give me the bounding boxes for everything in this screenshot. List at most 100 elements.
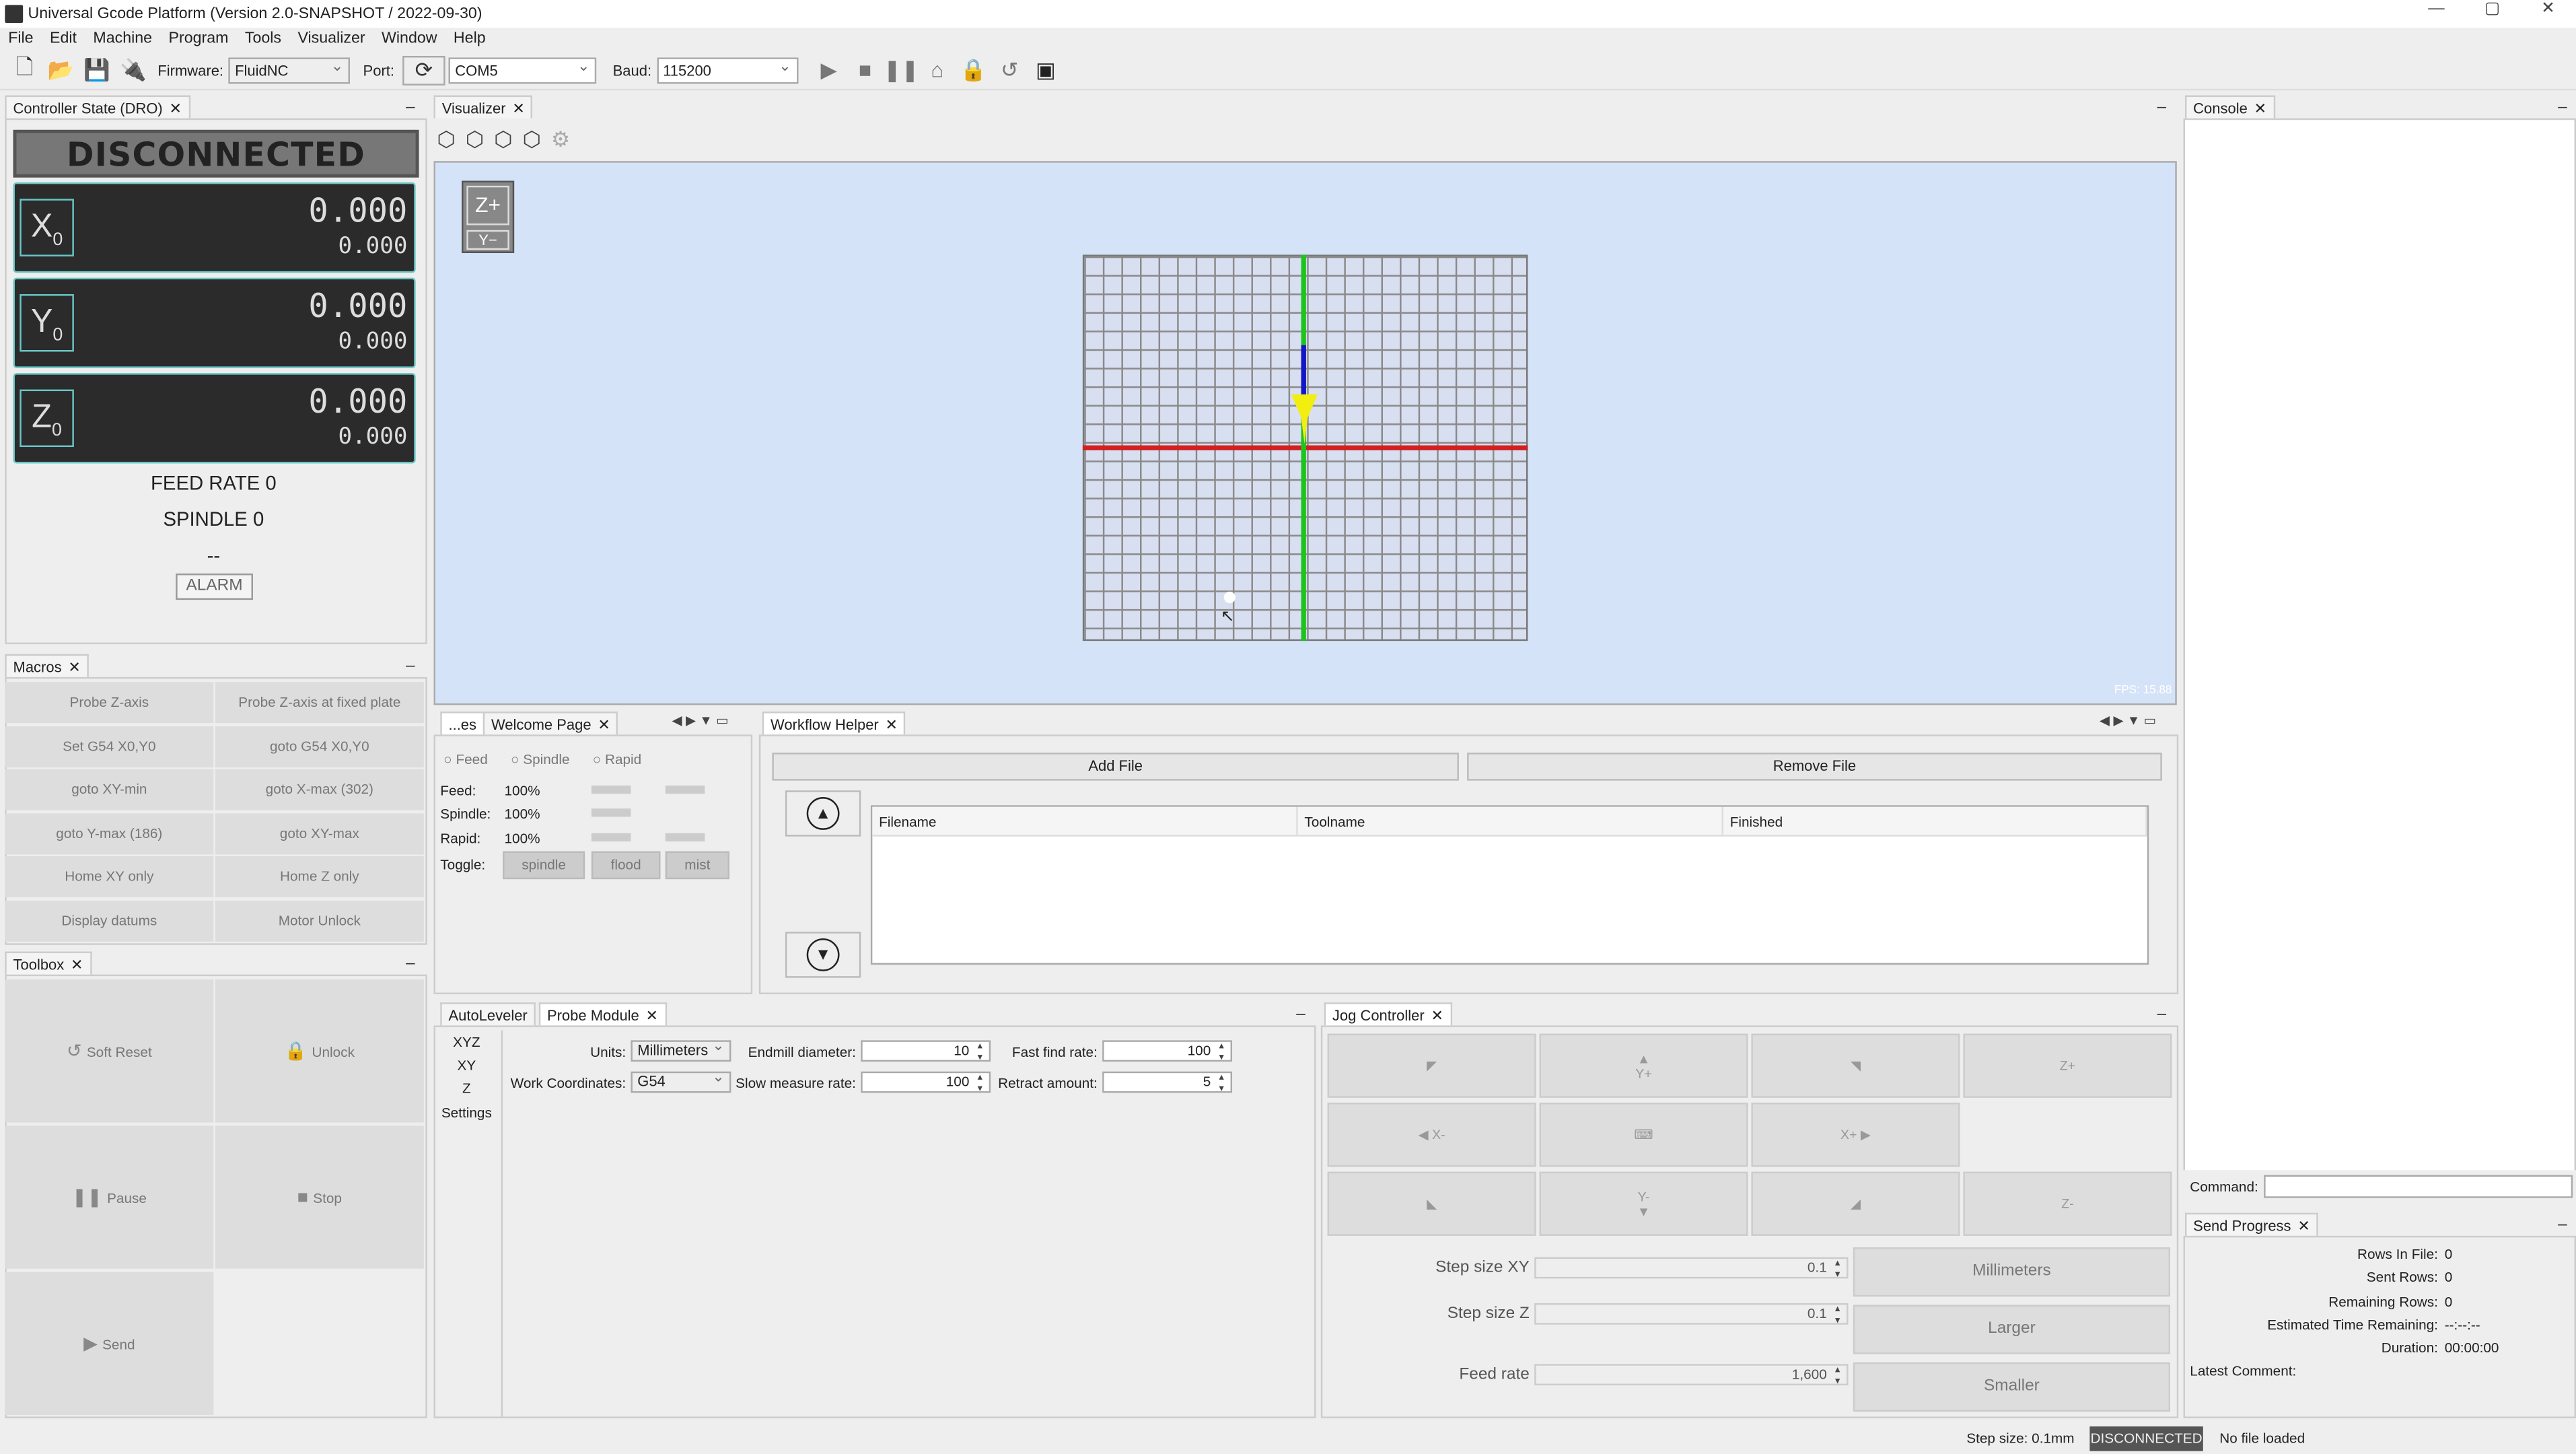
macro-button[interactable]: Motor Unlock	[215, 900, 424, 942]
step-size-z-input[interactable]: 0.1	[1534, 1303, 1849, 1326]
slow-measure-rate-input[interactable]: 100	[861, 1071, 991, 1095]
fast-find-rate-input[interactable]: 100	[1102, 1040, 1232, 1064]
menu-edit[interactable]: Edit	[42, 28, 85, 51]
tab-welcome[interactable]: Welcome Page ✕	[482, 712, 618, 735]
axis-y-reset[interactable]: Y0	[20, 293, 74, 352]
remove-file-button[interactable]: Remove File	[1467, 753, 2162, 781]
stop-button[interactable]: ■ Stop	[215, 1126, 424, 1269]
minimize-icon[interactable]: –	[2558, 1217, 2567, 1234]
tab-nav-icons[interactable]: ◀ ▶ ▼ ▭	[672, 714, 729, 728]
radio-feed[interactable]: ○ Feed	[443, 751, 488, 767]
reset-icon[interactable]: ↺	[995, 55, 1024, 85]
macro-button[interactable]: Set G54 X0,Y0	[5, 726, 214, 768]
macro-button[interactable]: Home Z only	[215, 856, 424, 897]
toggle-mist-button[interactable]: mist	[665, 851, 729, 880]
close-icon[interactable]: ✕	[2297, 1218, 2310, 1234]
settings-icon[interactable]: ⚙	[551, 127, 570, 153]
lock-icon[interactable]: 🔒	[959, 55, 989, 85]
connect-icon[interactable]: 🔌	[118, 55, 148, 85]
units-toggle-button[interactable]: Millimeters	[1853, 1247, 2170, 1297]
view-cube-top[interactable]: Z+	[466, 185, 509, 226]
send-button[interactable]: ▶ Send	[5, 1272, 214, 1415]
jog-zplus-button[interactable]: Z+	[1963, 1033, 2172, 1098]
jog-yminus-button[interactable]: Y- ▼	[1539, 1171, 1748, 1236]
baud-select[interactable]: 115200	[656, 53, 798, 83]
tab-autoleveler[interactable]: AutoLeveler	[440, 1002, 536, 1026]
workflow-table[interactable]: Filename Toolname Finished	[870, 805, 2149, 965]
units-select[interactable]: Millimeters	[631, 1037, 731, 1062]
tab-probe-module[interactable]: Probe Module ✕	[538, 1002, 667, 1026]
column-header[interactable]: Filename	[872, 806, 1298, 837]
view-cube-front[interactable]: Y−	[466, 230, 509, 250]
tab-toolbox[interactable]: Toolbox ✕	[5, 951, 92, 975]
menu-file[interactable]: File	[0, 28, 42, 51]
macro-button[interactable]: Probe Z-axis at fixed plate	[215, 682, 424, 724]
view-cube[interactable]: Z+ Y−	[462, 180, 515, 253]
pause-icon[interactable]: ❚❚	[884, 55, 919, 85]
home-icon[interactable]: ⌂	[923, 55, 952, 85]
close-icon[interactable]: ✕	[2254, 100, 2266, 116]
tab-overrides[interactable]: ...es	[440, 712, 485, 735]
macro-button[interactable]: Probe Z-axis	[5, 682, 214, 724]
minimize-icon[interactable]: –	[406, 100, 415, 116]
move-down-button[interactable]: ▼	[785, 932, 861, 978]
radio-rapid[interactable]: ○ Rapid	[593, 751, 642, 767]
cube-view-icon[interactable]: ⬡	[437, 127, 456, 153]
smaller-step-button[interactable]: Smaller	[1853, 1362, 2170, 1412]
left-view-icon[interactable]: ⬡	[494, 127, 513, 153]
emergency-icon[interactable]: ▣	[1031, 55, 1061, 85]
unlock-button[interactable]: 🔒 Unlock	[215, 979, 424, 1123]
tab-dro[interactable]: Controller State (DRO) ✕	[5, 95, 190, 118]
add-file-button[interactable]: Add File	[772, 753, 1459, 781]
menu-visualizer[interactable]: Visualizer	[289, 28, 373, 51]
menu-tools[interactable]: Tools	[237, 28, 290, 51]
radio-spindle[interactable]: ○ Spindle	[511, 751, 570, 767]
minimize-icon[interactable]: –	[406, 956, 415, 973]
stop-icon[interactable]: ■	[851, 55, 880, 85]
move-up-button[interactable]: ▲	[785, 790, 861, 837]
column-header[interactable]: Toolname	[1297, 806, 1723, 837]
macro-button[interactable]: Home XY only	[5, 856, 214, 897]
tab-send-progress[interactable]: Send Progress ✕	[2184, 1212, 2318, 1236]
jog-xminus-yplus-button[interactable]: ◤	[1327, 1033, 1536, 1098]
larger-step-button[interactable]: Larger	[1853, 1305, 2170, 1354]
tab-jog[interactable]: Jog Controller ✕	[1324, 1002, 1452, 1026]
close-icon[interactable]: ✕	[1431, 1008, 1443, 1024]
minimize-icon[interactable]: –	[406, 658, 415, 675]
menu-machine[interactable]: Machine	[85, 28, 160, 51]
tab-macros[interactable]: Macros ✕	[5, 654, 89, 677]
console-output[interactable]	[2183, 118, 2576, 1204]
work-coordinates-select[interactable]: G54	[631, 1068, 731, 1093]
macro-button[interactable]: goto XY-max	[215, 813, 424, 855]
menu-program[interactable]: Program	[160, 28, 236, 51]
probe-tab-xyz[interactable]: XYZ	[434, 1031, 500, 1053]
probe-tab-xy[interactable]: XY	[434, 1053, 500, 1076]
minimize-icon[interactable]: –	[2558, 100, 2567, 116]
tab-visualizer[interactable]: Visualizer ✕	[433, 95, 533, 118]
probe-tab-settings[interactable]: Settings	[434, 1101, 500, 1124]
top-view-icon[interactable]: ⬡	[466, 127, 485, 153]
minimize-icon[interactable]: –	[1296, 1006, 1305, 1024]
jog-xplus-button[interactable]: X+ ▶	[1751, 1103, 1960, 1167]
close-icon[interactable]: ✕	[71, 957, 83, 973]
jog-xminus-yminus-button[interactable]: ◣	[1327, 1171, 1536, 1236]
close-icon[interactable]: ✕	[170, 100, 182, 116]
pause-button[interactable]: ❚❚ Pause	[5, 1126, 214, 1269]
tab-nav-icons[interactable]: ◀ ▶ ▼ ▭	[2100, 714, 2156, 728]
jog-xplus-yplus-button[interactable]: ◥	[1751, 1033, 1960, 1098]
close-icon[interactable]: ✕	[886, 716, 898, 732]
probe-tab-z[interactable]: Z	[434, 1076, 500, 1099]
close-icon[interactable]: ✕	[598, 716, 610, 732]
open-file-icon[interactable]: 📂	[46, 55, 75, 85]
menu-window[interactable]: Window	[373, 28, 445, 51]
macro-button[interactable]: goto XY-min	[5, 769, 214, 810]
firmware-select[interactable]: FluidNC	[228, 53, 351, 83]
jog-xplus-yminus-button[interactable]: ◢	[1751, 1171, 1960, 1236]
close-button[interactable]: ✕	[2520, 0, 2576, 18]
minimize-button[interactable]: —	[2408, 0, 2464, 18]
jog-keyboard-button[interactable]: ⌨	[1539, 1103, 1748, 1167]
jog-xminus-button[interactable]: ◀ X-	[1327, 1103, 1536, 1167]
refresh-icon[interactable]: ⟳	[402, 55, 445, 85]
column-header[interactable]: Finished	[1723, 806, 2147, 837]
close-icon[interactable]: ✕	[68, 659, 80, 675]
